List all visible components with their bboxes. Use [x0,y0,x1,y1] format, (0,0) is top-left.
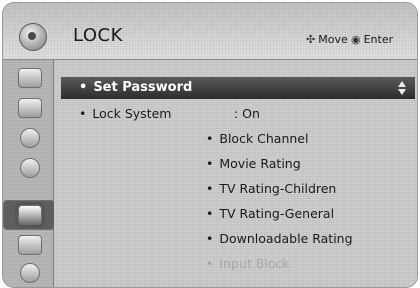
settings-disc-icon [19,23,47,51]
scroll-arrows-icon [398,80,406,96]
page-title: LOCK [73,25,123,46]
settings-menu: LOCK ✣ Move ◉ Enter Set Password Lock Sy… [2,2,418,288]
menu-header: LOCK ✣ Move ◉ Enter [3,3,417,60]
dpad-arrows-icon: ✣ [306,33,316,46]
network-icon[interactable] [20,263,40,283]
lock-system-label[interactable]: Lock System [79,106,171,121]
set-password-label: Set Password [79,80,192,95]
lock-icon[interactable] [18,205,42,225]
time-icon[interactable] [20,158,40,178]
movie-rating-item[interactable]: Movie Rating [206,156,300,171]
picture-icon[interactable] [18,68,42,88]
category-sidebar [3,60,55,287]
screen-icon[interactable] [18,98,42,118]
menu-content: Set Password Lock System : On Block Chan… [54,60,417,287]
downloadable-rating-item[interactable]: Downloadable Rating [206,231,352,246]
tv-rating-children-item[interactable]: TV Rating-Children [206,181,336,196]
audio-icon[interactable] [20,128,40,148]
move-hint: ✣ Move [306,33,348,46]
move-hint-label: Move [318,33,348,46]
option-icon[interactable] [18,235,42,255]
input-block-item[interactable]: Input Block [206,256,289,271]
set-password-row[interactable]: Set Password [61,77,415,99]
enter-hint: ◉ Enter [351,33,393,46]
block-channel-item[interactable]: Block Channel [206,131,308,146]
lock-system-value: : On [234,106,260,121]
enter-dot-icon: ◉ [351,33,361,46]
tv-rating-general-item[interactable]: TV Rating-General [206,206,334,221]
enter-hint-label: Enter [363,33,394,46]
